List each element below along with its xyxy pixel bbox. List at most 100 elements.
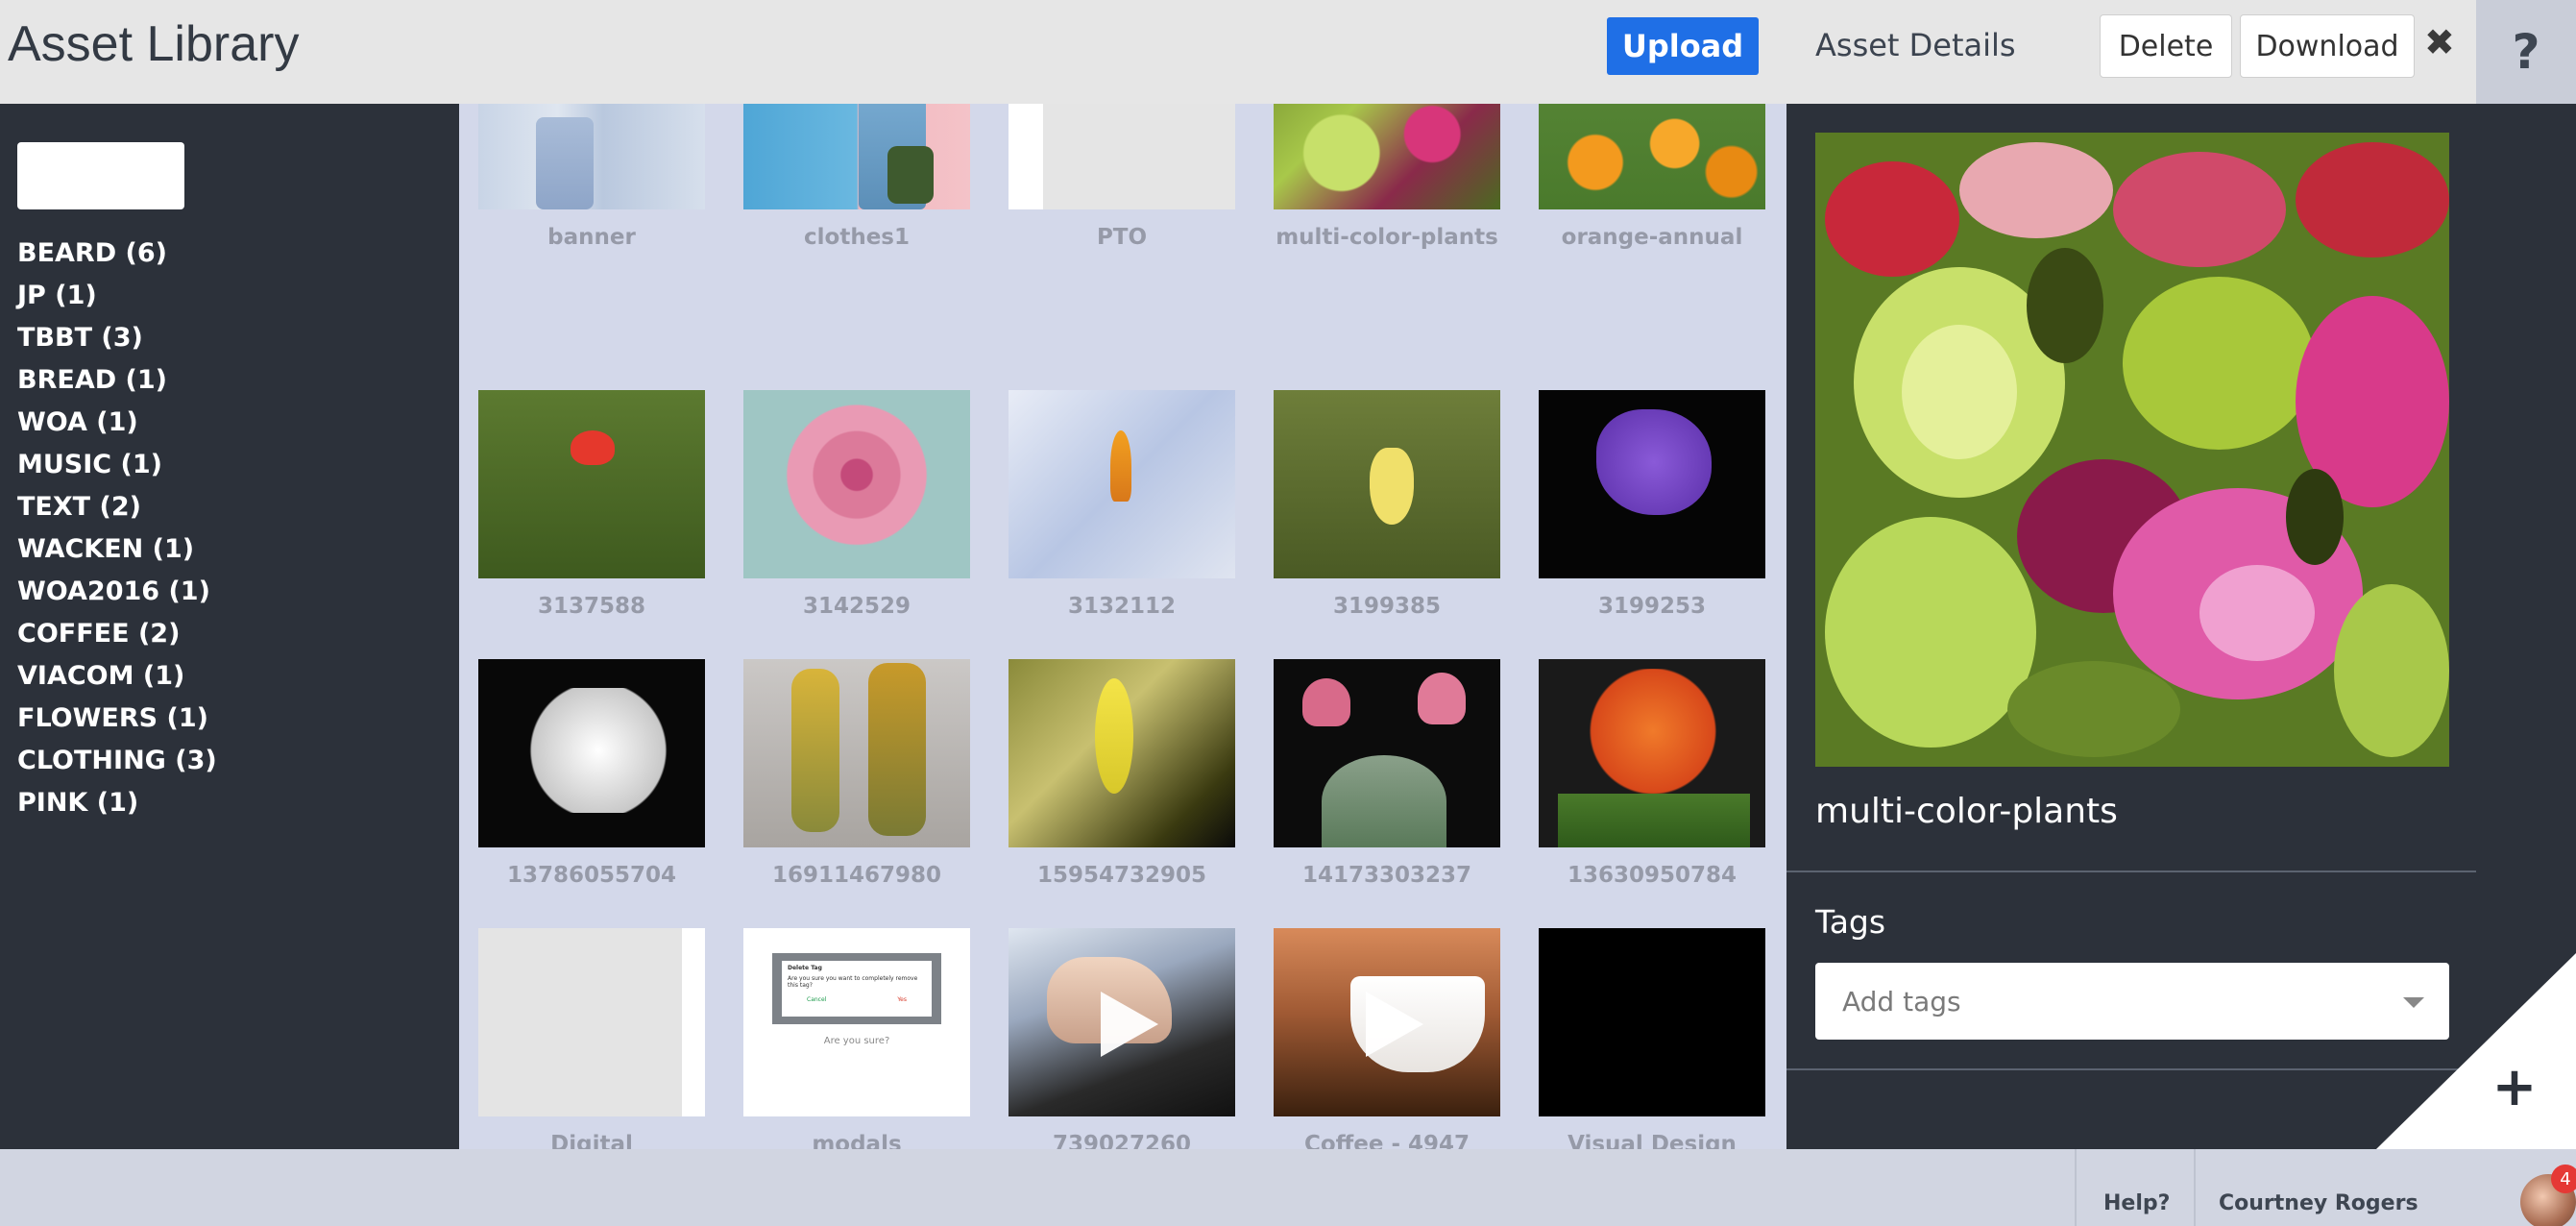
preview-art bbox=[1815, 133, 2449, 767]
modal-cancel: Cancel bbox=[807, 996, 827, 1003]
asset-tile[interactable]: 3199385 bbox=[1274, 390, 1500, 623]
asset-label: 3199385 bbox=[1332, 594, 1442, 619]
asset-label: 13786055704 bbox=[506, 863, 677, 888]
asset-tile[interactable]: Coffee - 4947 bbox=[1274, 928, 1500, 1149]
asset-label: 15954732905 bbox=[1036, 863, 1207, 888]
tag-item[interactable]: MUSIC (1) bbox=[17, 444, 217, 486]
asset-label: 16911467980 bbox=[771, 863, 942, 888]
asset-tile[interactable]: 3199253 bbox=[1539, 390, 1765, 623]
tag-item[interactable]: TBBT (3) bbox=[17, 317, 217, 359]
asset-label: 3132112 bbox=[1067, 594, 1177, 619]
asset-label: PTO bbox=[1096, 225, 1148, 250]
asset-label: 3137588 bbox=[537, 594, 646, 619]
tag-item[interactable]: WOA2016 (1) bbox=[17, 571, 217, 613]
chevron-down-icon[interactable] bbox=[2403, 997, 2424, 1008]
upload-button[interactable]: Upload bbox=[1607, 17, 1759, 75]
asset-thumbnail bbox=[478, 104, 705, 209]
asset-label: multi-color-plants bbox=[1276, 225, 1498, 250]
play-icon[interactable] bbox=[1366, 992, 1423, 1057]
tag-item[interactable]: BEARD (6) bbox=[17, 233, 217, 275]
asset-label: 3142529 bbox=[802, 594, 911, 619]
asset-tile[interactable]: banner bbox=[478, 104, 705, 254]
modal-preview: Delete Tag Are you sure you want to comp… bbox=[782, 961, 932, 1017]
asset-label: Digital bbox=[550, 1132, 633, 1149]
download-button[interactable]: Download bbox=[2240, 14, 2415, 78]
divider bbox=[1786, 1068, 2476, 1070]
asset-thumbnail bbox=[478, 390, 705, 578]
asset-tile[interactable]: 14173303237 bbox=[1274, 659, 1500, 892]
modal-body: Are you sure you want to completely remo… bbox=[788, 975, 918, 989]
asset-tile[interactable]: 3137588 bbox=[478, 390, 705, 623]
asset-tile[interactable]: 3132112 bbox=[1009, 390, 1235, 623]
tag-item[interactable]: BREAD (1) bbox=[17, 359, 217, 402]
asset-preview-image bbox=[1815, 133, 2449, 767]
asset-thumbnail bbox=[478, 928, 705, 1116]
asset-tile[interactable]: Digital bbox=[478, 928, 705, 1149]
tag-item[interactable]: JP (1) bbox=[17, 275, 217, 317]
asset-tile[interactable]: orange-annual bbox=[1539, 104, 1765, 254]
asset-tile[interactable]: 16911467980 bbox=[743, 659, 970, 892]
asset-label: banner bbox=[547, 225, 636, 250]
notification-badge[interactable]: 4 bbox=[2551, 1165, 2576, 1193]
delete-button[interactable]: Delete bbox=[2100, 14, 2232, 78]
play-icon[interactable] bbox=[1101, 992, 1158, 1057]
asset-thumbnail bbox=[1539, 104, 1765, 209]
help-icon[interactable]: ? bbox=[2476, 0, 2576, 104]
asset-tile[interactable]: 13786055704 bbox=[478, 659, 705, 892]
asset-thumbnail bbox=[1539, 390, 1765, 578]
asset-name: multi-color-plants bbox=[1815, 792, 2118, 831]
asset-thumbnail bbox=[478, 659, 705, 847]
asset-details-heading: Asset Details bbox=[1815, 27, 2016, 63]
tag-item[interactable]: WOA (1) bbox=[17, 402, 217, 444]
asset-label: 14173303237 bbox=[1301, 863, 1472, 888]
asset-thumbnail bbox=[743, 104, 970, 209]
asset-tile[interactable]: 13630950784 bbox=[1539, 659, 1765, 892]
asset-grid: banner clothes1 PTO multi-color-plants o… bbox=[459, 104, 1786, 1149]
asset-tile[interactable]: multi-color-plants bbox=[1274, 104, 1500, 254]
asset-thumbnail bbox=[1009, 390, 1235, 578]
asset-label: 3199253 bbox=[1597, 594, 1707, 619]
asset-tile[interactable]: Visual Design bbox=[1539, 928, 1765, 1149]
user-name[interactable]: Courtney Rogers bbox=[2219, 1191, 2418, 1215]
asset-label: orange-annual bbox=[1561, 225, 1743, 250]
asset-thumbnail bbox=[1539, 659, 1765, 847]
help-link[interactable]: Help? bbox=[2103, 1191, 2170, 1215]
asset-tile[interactable]: 739027260 bbox=[1009, 928, 1235, 1149]
asset-tile[interactable]: Delete Tag Are you sure you want to comp… bbox=[743, 928, 970, 1149]
tag-item[interactable]: FLOWERS (1) bbox=[17, 698, 217, 740]
footer-bar: Help? Courtney Rogers bbox=[0, 1149, 2576, 1226]
asset-label: Visual Design bbox=[1567, 1132, 1737, 1149]
asset-thumbnail bbox=[743, 390, 970, 578]
asset-thumbnail: Delete Tag Are you sure you want to comp… bbox=[743, 928, 970, 1116]
asset-thumbnail bbox=[1274, 390, 1500, 578]
asset-label: 739027260 bbox=[1052, 1132, 1192, 1149]
divider bbox=[1786, 870, 2476, 872]
asset-thumbnail bbox=[1274, 928, 1500, 1116]
asset-thumbnail bbox=[743, 659, 970, 847]
tag-filter-input[interactable] bbox=[17, 142, 184, 209]
asset-thumbnail bbox=[1009, 928, 1235, 1116]
asset-thumbnail bbox=[1274, 104, 1500, 209]
tag-item[interactable]: CLOTHING (3) bbox=[17, 740, 217, 782]
tag-item[interactable]: COFFEE (2) bbox=[17, 613, 217, 655]
asset-label: Coffee - 4947 bbox=[1303, 1132, 1470, 1149]
modal-caption: Are you sure? bbox=[823, 1036, 890, 1046]
asset-label: 13630950784 bbox=[1567, 863, 1738, 888]
tag-item[interactable]: WACKEN (1) bbox=[17, 528, 217, 571]
asset-thumbnail bbox=[1539, 928, 1765, 1116]
tag-item[interactable]: VIACOM (1) bbox=[17, 655, 217, 698]
asset-tile[interactable]: 3142529 bbox=[743, 390, 970, 623]
tags-label: Tags bbox=[1815, 903, 1886, 941]
tag-item[interactable]: PINK (1) bbox=[17, 782, 217, 824]
tag-item[interactable]: TEXT (2) bbox=[17, 486, 217, 528]
add-icon[interactable]: + bbox=[2484, 1057, 2545, 1118]
tag-list: BEARD (6) JP (1) TBBT (3) BREAD (1) WOA … bbox=[17, 233, 217, 824]
asset-tile[interactable]: 15954732905 bbox=[1009, 659, 1235, 892]
add-tags-placeholder: Add tags bbox=[1842, 985, 1961, 1018]
modal-confirm: Yes bbox=[897, 996, 907, 1003]
close-icon[interactable]: ✖ bbox=[2424, 21, 2455, 63]
app-header: Asset Library Upload Asset Details Delet… bbox=[0, 0, 2576, 104]
add-tags-dropdown[interactable]: Add tags bbox=[1815, 963, 2449, 1040]
asset-tile[interactable]: clothes1 bbox=[743, 104, 970, 254]
asset-tile[interactable]: PTO bbox=[1009, 104, 1235, 254]
